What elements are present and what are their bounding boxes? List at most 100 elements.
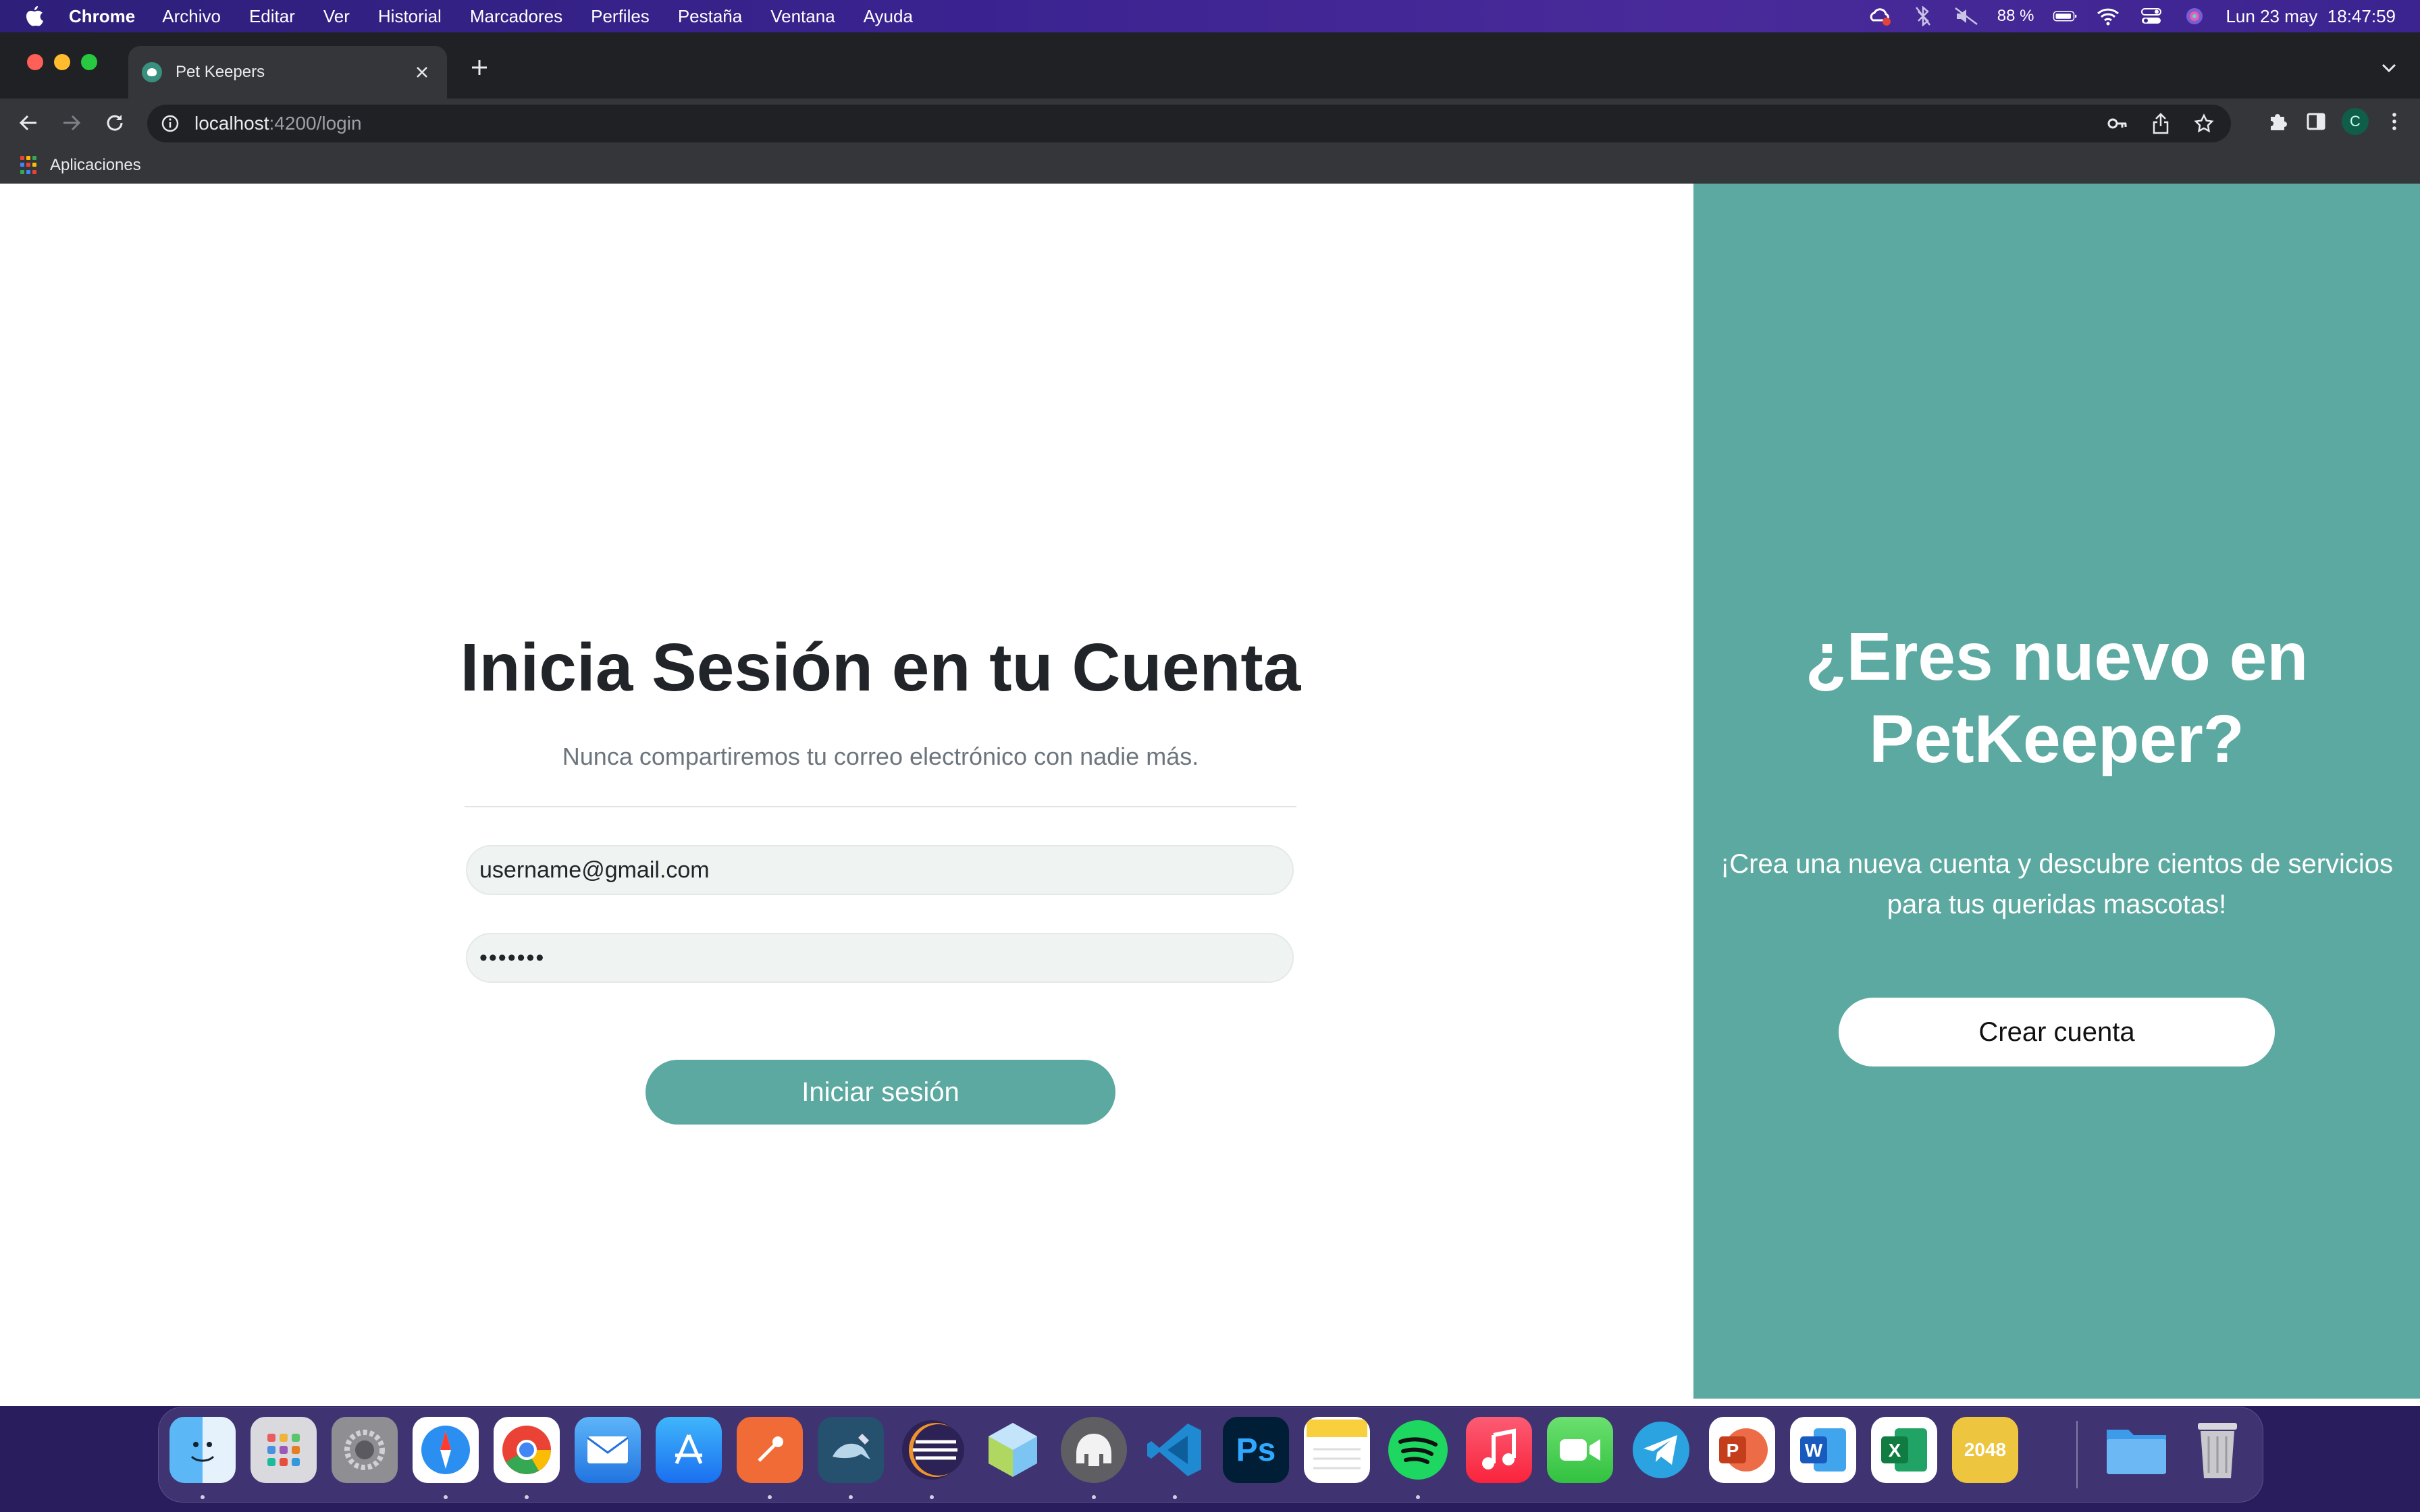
facetime-icon[interactable]	[1547, 1417, 1613, 1483]
login-panel: Inicia Sesión en tu Cuenta Nunca compart…	[0, 184, 1693, 1406]
side-panel-icon[interactable]	[2304, 109, 2328, 134]
postman-icon[interactable]	[737, 1417, 803, 1483]
vscode-icon[interactable]	[1142, 1417, 1208, 1483]
address-bar[interactable]: localhost:4200/login	[147, 105, 2231, 142]
new-tab-icon[interactable]	[466, 54, 493, 81]
bookmark-star-icon[interactable]	[2192, 111, 2216, 136]
password-field[interactable]	[466, 933, 1294, 983]
downloads-folder-icon[interactable]	[2103, 1417, 2169, 1483]
back-arrow-icon[interactable]	[14, 108, 43, 138]
dock-separator	[2076, 1421, 2078, 1488]
menu-marcadores[interactable]: Marcadores	[470, 6, 562, 27]
creative-cloud-icon[interactable]	[1868, 6, 1892, 26]
menu-ver[interactable]: Ver	[323, 6, 350, 27]
menubar-clock[interactable]: Lun 23 may 18:47:59	[2226, 6, 2396, 27]
tab-title: Pet Keepers	[176, 63, 265, 81]
create-account-button[interactable]: Crear cuenta	[1839, 998, 2275, 1066]
signup-title: ¿Eres nuevo en PetKeeper?	[1805, 619, 2309, 777]
profile-avatar[interactable]: C	[2342, 108, 2369, 135]
system-preferences-icon[interactable]	[332, 1417, 398, 1483]
finder-icon[interactable]	[169, 1417, 236, 1483]
tab-strip: Pet Keepers	[0, 32, 2420, 99]
apps-grid-icon[interactable]	[20, 156, 39, 175]
close-tab-icon[interactable]	[411, 61, 433, 84]
reload-icon[interactable]	[100, 108, 130, 138]
extensions-puzzle-icon[interactable]	[2266, 109, 2290, 134]
zoom-window-button[interactable]	[81, 54, 97, 70]
safari-icon[interactable]	[413, 1417, 479, 1483]
menu-pestana[interactable]: Pestaña	[678, 6, 742, 27]
macos-dock: Ps P W X 2048	[158, 1407, 2263, 1503]
macos-menu-bar: Chrome Archivo Editar Ver Historial Marc…	[0, 0, 2420, 32]
menu-historial[interactable]: Historial	[378, 6, 442, 27]
share-icon[interactable]	[2149, 111, 2173, 136]
telegram-icon[interactable]	[1628, 1417, 1694, 1483]
page-content: Inicia Sesión en tu Cuenta Nunca compart…	[0, 184, 2420, 1406]
photoshop-icon[interactable]: Ps	[1223, 1417, 1289, 1483]
chrome-icon[interactable]	[494, 1417, 560, 1483]
bookmark-aplicaciones[interactable]: Aplicaciones	[50, 156, 141, 175]
notes-icon[interactable]	[1304, 1417, 1370, 1483]
menu-archivo[interactable]: Archivo	[162, 6, 221, 27]
omnibox-actions	[2105, 111, 2216, 136]
login-button[interactable]: Iniciar sesión	[646, 1060, 1115, 1125]
tableplus-running-dot	[1092, 1495, 1096, 1499]
tableplus-icon[interactable]	[1061, 1417, 1127, 1483]
spotify-icon[interactable]	[1385, 1417, 1451, 1483]
battery-percent: 88 %	[1997, 7, 2034, 25]
menu-editar[interactable]: Editar	[249, 6, 295, 27]
bookmarks-bar: Aplicaciones	[0, 147, 2420, 185]
chrome-menu-kebab-icon[interactable]	[2382, 109, 2406, 134]
trash-icon[interactable]	[2184, 1417, 2251, 1483]
forward-arrow-icon[interactable]	[57, 108, 86, 138]
mail-icon[interactable]	[575, 1417, 641, 1483]
email-field[interactable]	[466, 845, 1294, 895]
menubar-status-area: 88 % Lun 23 may 18:47:59	[1868, 0, 2396, 32]
svg-text:X: X	[1889, 1440, 1901, 1461]
url-path: :4200/login	[269, 113, 362, 134]
browser-toolbar: localhost:4200/login C	[0, 99, 2420, 147]
safari-running-dot	[444, 1495, 448, 1499]
signup-text: ¡Crea una nueva cuenta y descubre ciento…	[1720, 849, 2394, 919]
word-icon[interactable]: W	[1790, 1417, 1856, 1483]
battery-icon[interactable]	[2053, 6, 2077, 26]
close-window-button[interactable]	[27, 54, 43, 70]
control-center-icon[interactable]	[2139, 6, 2163, 26]
minimize-window-button[interactable]	[54, 54, 70, 70]
tab-pet-keepers[interactable]: Pet Keepers	[128, 46, 447, 99]
music-icon[interactable]	[1466, 1417, 1532, 1483]
siri-icon[interactable]	[2182, 6, 2207, 26]
svg-text:P: P	[1727, 1440, 1739, 1461]
site-info-icon[interactable]	[159, 113, 181, 134]
login-subtitle: Nunca compartiremos tu correo electrónic…	[562, 742, 1199, 770]
chrome-running-dot	[525, 1495, 529, 1499]
eclipse-running-dot	[930, 1495, 934, 1499]
signup-panel: ¿Eres nuevo en PetKeeper? ¡Crea una nuev…	[1693, 184, 2420, 1399]
launchpad-icon[interactable]	[251, 1417, 317, 1483]
menu-ventana[interactable]: Ventana	[770, 6, 835, 27]
powerpoint-icon[interactable]: P	[1709, 1417, 1775, 1483]
menu-app-name[interactable]: Chrome	[69, 6, 135, 27]
divider	[465, 806, 1296, 807]
toolbar-right-actions: C	[2266, 108, 2406, 135]
spotify-running-dot	[1416, 1495, 1420, 1499]
game-2048-icon[interactable]: 2048	[1952, 1417, 2018, 1483]
excel-icon[interactable]: X	[1871, 1417, 1937, 1483]
virtualbox-icon[interactable]	[980, 1417, 1046, 1483]
menu-ayuda[interactable]: Ayuda	[864, 6, 913, 27]
login-title: Inicia Sesión en tu Cuenta	[460, 630, 1301, 705]
menu-perfiles[interactable]: Perfiles	[591, 6, 650, 27]
tab-search-chevron-icon[interactable]	[2377, 55, 2401, 80]
bluetooth-off-icon[interactable]	[1911, 6, 1935, 26]
url-host: localhost	[194, 113, 269, 134]
eclipse-icon[interactable]	[899, 1417, 965, 1483]
mysql-workbench-icon[interactable]	[818, 1417, 884, 1483]
app-store-icon[interactable]	[656, 1417, 722, 1483]
wifi-icon[interactable]	[2096, 6, 2120, 26]
apple-icon[interactable]	[24, 4, 49, 28]
password-key-icon[interactable]	[2105, 111, 2130, 136]
browser-window: Pet Keepers localhost:4200/login C Apli…	[0, 32, 2420, 1406]
sound-muted-icon[interactable]	[1954, 6, 1978, 26]
finder-running-dot	[201, 1495, 205, 1499]
svg-text:W: W	[1805, 1440, 1823, 1461]
